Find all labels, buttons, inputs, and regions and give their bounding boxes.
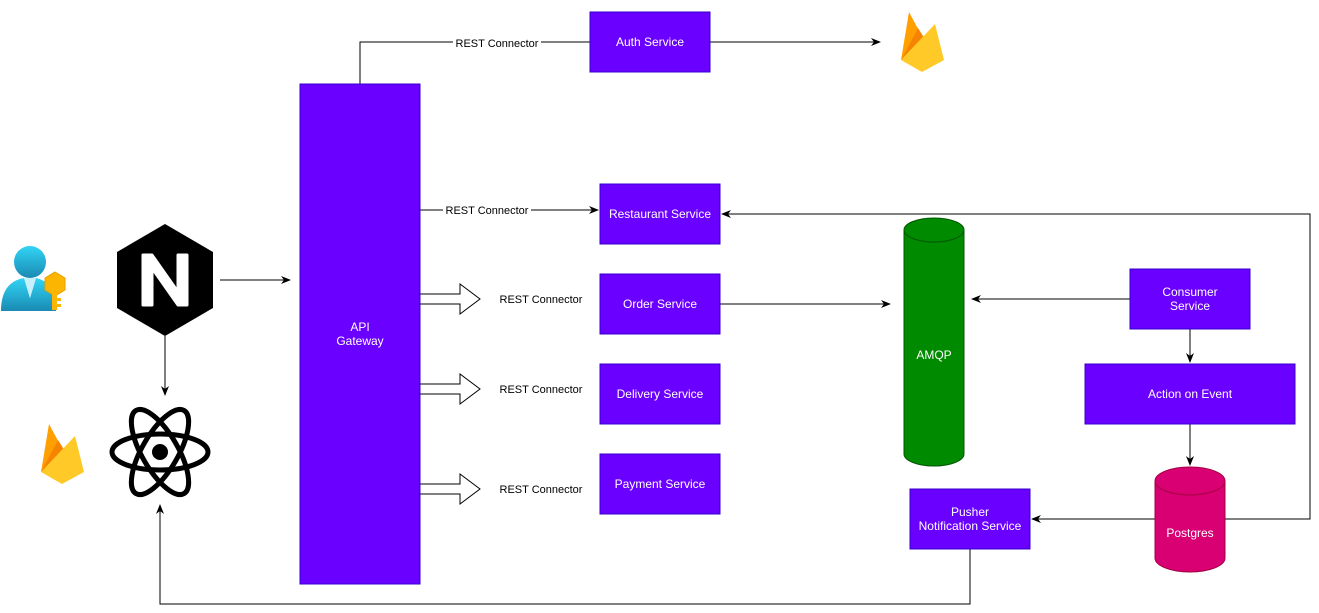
edge-gateway-auth: REST Connector [359, 36, 590, 84]
svg-text:Payment Service: Payment Service [615, 477, 706, 491]
svg-text:Pusher: Pusher [951, 505, 989, 519]
node-order-service[interactable]: Order Service [599, 273, 721, 335]
edge-label: REST Connector [456, 38, 539, 50]
node-amqp-queue[interactable]: AMQP [903, 217, 965, 467]
react-icon [109, 406, 211, 498]
user-key-icon [1, 246, 66, 311]
node-auth-service[interactable]: Auth Service [589, 11, 711, 73]
node-pusher-notification-service[interactable]: Pusher Notification Service [909, 488, 1031, 550]
edge-label: REST Connector [446, 205, 529, 217]
svg-text:Service: Service [1170, 299, 1210, 313]
firebase-icon [901, 12, 944, 72]
svg-text:AMQP: AMQP [916, 348, 951, 362]
node-delivery-service[interactable]: Delivery Service [599, 363, 721, 425]
nginx-icon [117, 224, 213, 336]
svg-text:Restaurant Service: Restaurant Service [609, 207, 711, 221]
node-consumer-service[interactable]: Consumer Service [1129, 268, 1251, 330]
edge-gateway-delivery: REST Connector [419, 373, 583, 405]
edge-gateway-restaurant: REST Connector [420, 204, 599, 217]
node-action-on-event[interactable]: Action on Event [1084, 363, 1296, 425]
svg-text:Action on Event: Action on Event [1148, 387, 1233, 401]
edge-label: REST Connector [500, 484, 583, 496]
svg-text:Gateway: Gateway [336, 334, 383, 348]
architecture-diagram: REST Connector REST Connector REST Conne… [1, 11, 1311, 605]
svg-text:Delivery Service: Delivery Service [617, 387, 704, 401]
svg-text:Notification Service: Notification Service [919, 519, 1022, 533]
edge-label: REST Connector [500, 384, 583, 396]
node-postgres-db[interactable]: Postgres [1154, 466, 1226, 573]
svg-text:Order Service: Order Service [623, 297, 697, 311]
edge-gateway-payment: REST Connector [419, 473, 583, 505]
svg-text:Auth Service: Auth Service [616, 35, 684, 49]
svg-text:Consumer: Consumer [1162, 285, 1217, 299]
edge-gateway-order: REST Connector [419, 283, 583, 315]
node-restaurant-service[interactable]: Restaurant Service [599, 183, 721, 245]
svg-text:Postgres: Postgres [1166, 526, 1213, 540]
node-payment-service[interactable]: Payment Service [599, 453, 721, 515]
edge-label: REST Connector [500, 294, 583, 306]
firebase-icon [41, 424, 84, 484]
svg-text:API: API [350, 320, 369, 334]
node-api-gateway[interactable]: API Gateway [299, 83, 421, 585]
edge-pusher-react [156, 504, 971, 605]
